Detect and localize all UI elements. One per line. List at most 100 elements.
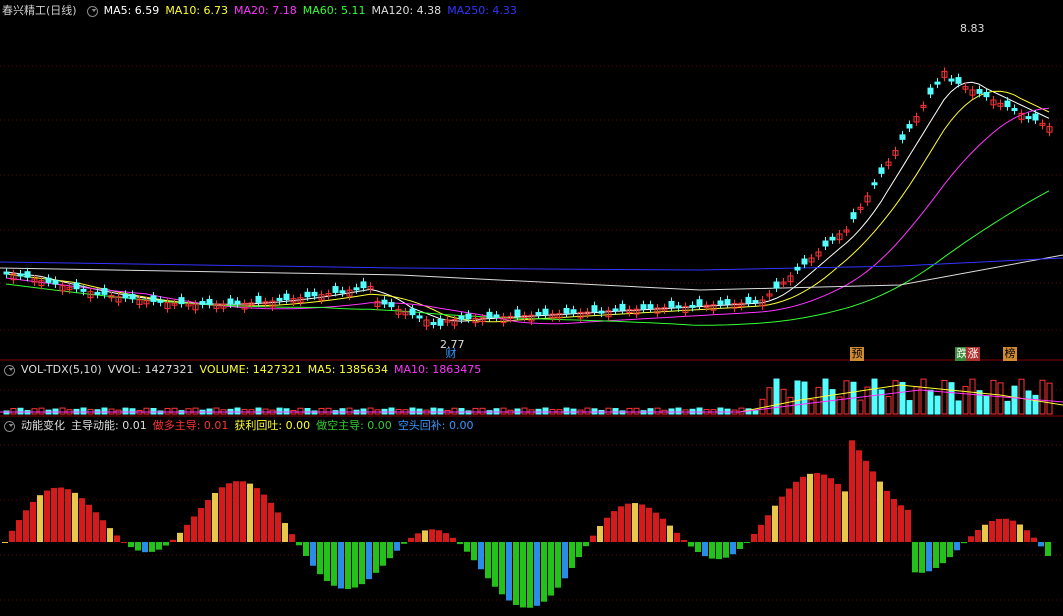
candle-body	[24, 271, 31, 278]
momentum-bar	[492, 542, 498, 587]
candle-body	[948, 78, 955, 82]
candle-body	[514, 309, 521, 317]
momentum-bar	[156, 542, 162, 550]
momentum-bar	[688, 542, 694, 547]
momentum-bar	[296, 542, 302, 546]
candle-body	[976, 89, 983, 94]
momentum-bar	[198, 507, 204, 542]
candle-body	[927, 87, 934, 95]
volume-bar	[773, 378, 780, 415]
candle-body	[430, 322, 437, 326]
momentum-bar	[968, 536, 974, 542]
momentum-bar	[457, 542, 463, 545]
volume-bar	[654, 407, 661, 415]
momentum-bar	[737, 542, 743, 550]
momentum-bar	[30, 501, 36, 542]
volume-bar	[493, 408, 500, 415]
momentum-bar	[1045, 542, 1051, 556]
volume-bar	[605, 407, 612, 415]
ma120-line	[0, 254, 1063, 291]
volume-bar	[437, 408, 444, 415]
momentum-bar	[933, 542, 939, 568]
event-tag-rise[interactable]: 涨	[966, 347, 980, 361]
candle-body	[388, 302, 395, 308]
volume-bar	[906, 400, 913, 415]
volume-bar	[1011, 385, 1018, 415]
momentum-bar	[233, 481, 239, 542]
candle-body	[668, 300, 675, 308]
candle-body	[381, 299, 388, 305]
candle-body	[773, 281, 780, 289]
volume-bar	[318, 407, 325, 415]
momentum-bar	[681, 539, 687, 542]
momentum-bar	[779, 496, 785, 542]
momentum-bar	[373, 542, 379, 573]
event-tag-finance[interactable]: 财	[444, 347, 458, 361]
candlesticks	[3, 67, 1053, 330]
volume-bar	[794, 380, 801, 415]
momentum-bar	[576, 542, 582, 558]
momentum-bar	[611, 511, 617, 542]
candle-body	[640, 304, 647, 310]
candle-body	[801, 258, 808, 265]
volume-bar	[472, 407, 479, 415]
candle-body	[906, 124, 913, 129]
momentum-bar	[765, 515, 771, 542]
event-tag-forecast[interactable]: 预	[850, 347, 864, 361]
momentum-bar	[632, 503, 638, 542]
momentum-bar	[723, 542, 729, 558]
momentum-bar	[331, 542, 337, 586]
candle-body	[899, 134, 906, 140]
momentum-bar	[870, 471, 876, 542]
volume-bar	[766, 387, 773, 415]
momentum-bar	[730, 542, 736, 555]
candle-body	[150, 295, 157, 302]
candle-body	[3, 271, 10, 275]
kline-chart[interactable]	[0, 0, 1063, 616]
momentum-bar	[359, 542, 365, 585]
momentum-bar	[464, 542, 470, 552]
ma10-line	[5, 90, 1050, 323]
volume-bar	[801, 381, 808, 415]
momentum-bar	[100, 520, 106, 542]
momentum-bar	[695, 542, 701, 553]
momentum-bar	[478, 542, 484, 570]
volume-bar	[255, 407, 262, 415]
momentum-bar	[912, 542, 918, 573]
momentum-bar	[583, 542, 589, 547]
candle-body	[94, 291, 101, 295]
volume-bar	[1046, 382, 1053, 415]
momentum-bar	[982, 524, 988, 542]
candle-body	[283, 293, 290, 301]
volume-bar	[857, 399, 864, 415]
momentum-bar	[317, 542, 323, 575]
candle-body	[955, 77, 962, 84]
candle-body	[353, 287, 360, 291]
volume-bar	[234, 407, 241, 415]
candle-body	[17, 273, 24, 277]
momentum-bar	[940, 542, 946, 564]
momentum-bar	[541, 542, 547, 602]
candle-body	[1025, 116, 1032, 120]
candle-body	[535, 311, 542, 316]
momentum-bar	[961, 542, 967, 544]
volume-bar	[997, 382, 1004, 415]
ma20-line	[5, 107, 1050, 325]
candle-body	[332, 286, 339, 293]
momentum-bar	[954, 542, 960, 551]
volume-bar	[360, 408, 367, 415]
momentum-bars	[2, 440, 1051, 608]
momentum-bar	[275, 512, 281, 542]
momentum-bar	[212, 492, 218, 542]
momentum-bar	[1031, 537, 1037, 542]
candle-body	[542, 308, 549, 315]
momentum-bar	[926, 542, 932, 572]
event-tag-list[interactable]: 榜	[1003, 347, 1017, 361]
momentum-bar	[380, 542, 386, 566]
momentum-bar	[422, 530, 428, 542]
momentum-bar	[401, 542, 407, 544]
momentum-bar	[191, 516, 197, 542]
volume-bar	[185, 408, 192, 415]
momentum-bar	[408, 537, 414, 542]
momentum-bar	[107, 528, 113, 542]
